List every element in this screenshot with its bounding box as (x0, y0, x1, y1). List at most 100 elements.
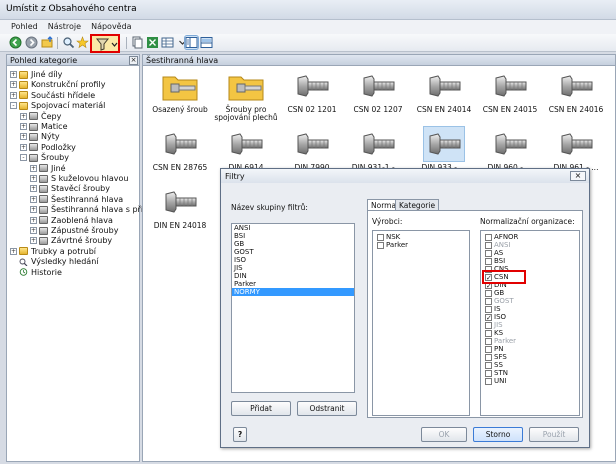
expand-icon[interactable]: + (30, 216, 37, 224)
manufacturer-checkbox-row[interactable]: Parker (375, 241, 467, 249)
tree-item[interactable]: + Matice (20, 121, 67, 132)
cancel-button[interactable]: Storno (473, 427, 523, 442)
favorites-star-icon[interactable] (76, 36, 89, 49)
tree-item[interactable]: + Čepy (20, 111, 61, 122)
help-icon[interactable]: ? (233, 427, 247, 442)
checkbox[interactable] (485, 337, 492, 345)
expand-icon[interactable]: + (30, 237, 37, 245)
forward-icon[interactable] (25, 36, 38, 49)
standard-checkbox-row[interactable]: KS (483, 329, 577, 337)
excel-icon[interactable] (146, 36, 159, 49)
expand-icon[interactable]: + (30, 164, 37, 172)
filter-group-item[interactable]: Parker (232, 280, 354, 288)
expand-icon[interactable]: + (20, 112, 27, 120)
ok-button[interactable]: OK (421, 427, 467, 442)
checkbox[interactable] (485, 305, 492, 313)
checkbox[interactable] (485, 361, 492, 369)
standard-checkbox-row[interactable]: AS (483, 249, 577, 257)
expand-icon[interactable]: + (30, 206, 37, 214)
view-dropdown-chevron-icon[interactable] (176, 36, 186, 49)
filter-group-item[interactable]: JIS (232, 264, 354, 272)
preview-pane-icon[interactable] (200, 36, 213, 49)
back-icon[interactable] (9, 36, 22, 49)
filter-group-item[interactable]: ANSI (232, 224, 354, 232)
part-item[interactable]: CSN EN 24015 (475, 69, 545, 114)
checkbox[interactable] (377, 233, 384, 241)
part-item[interactable]: DIN 931-1 - ... (343, 127, 413, 172)
tree-item[interactable]: + Závrtné šrouby (30, 235, 112, 246)
part-item[interactable]: CSN EN 24016 (541, 69, 611, 114)
checkbox[interactable] (485, 249, 492, 257)
part-item[interactable]: DIN 961 - ... (541, 127, 611, 172)
expand-icon[interactable]: + (20, 123, 27, 130)
part-item[interactable]: CSN EN 28765 (145, 127, 215, 172)
dialog-close-icon[interactable]: × (570, 171, 586, 181)
standard-checkbox-row[interactable]: AFNOR (483, 233, 577, 241)
tree-item[interactable]: + Zaoblená hlava (30, 215, 113, 226)
standard-checkbox-row[interactable]: JIS (483, 321, 577, 329)
part-item[interactable]: DIN 960 - ... (475, 127, 545, 172)
standard-checkbox-row[interactable]: STN (483, 369, 577, 377)
standard-checkbox-row[interactable]: SFS (483, 353, 577, 361)
menu-napoveda[interactable]: Nápověda (86, 20, 137, 34)
checkbox[interactable] (485, 377, 492, 385)
standard-checkbox-row[interactable]: PN (483, 345, 577, 353)
checkbox[interactable] (485, 369, 492, 377)
expand-icon[interactable]: + (30, 185, 37, 193)
collapse-icon[interactable]: - (10, 102, 17, 110)
tree-item[interactable]: + Podložky (20, 142, 76, 153)
expand-icon[interactable]: + (10, 81, 17, 89)
checkbox[interactable]: ✓ (485, 313, 492, 321)
collapse-icon[interactable]: - (20, 154, 27, 162)
tree-item[interactable]: Historie (10, 267, 62, 278)
checkbox[interactable] (485, 321, 492, 329)
folder-item[interactable]: Šrouby pro spojování plechů (211, 69, 281, 122)
copy-icon[interactable] (131, 36, 144, 49)
tree-item[interactable]: + Stavěcí šrouby (30, 183, 110, 194)
filter-group-item[interactable]: NORMY (232, 288, 354, 296)
standard-checkbox-row[interactable]: ✓ ISO (483, 313, 577, 321)
menu-nastroje[interactable]: Nástroje (43, 20, 86, 34)
standard-checkbox-row[interactable]: GOST (483, 297, 577, 305)
tree-toggle-icon[interactable] (184, 35, 199, 50)
tree-item[interactable]: - Spojovací materiál (10, 100, 105, 111)
part-item[interactable]: DIN 7990 (277, 127, 347, 172)
filter-group-item[interactable]: BSI (232, 232, 354, 240)
filter-group-item[interactable]: GB (232, 240, 354, 248)
checkbox[interactable] (485, 241, 492, 249)
expand-icon[interactable]: + (30, 227, 37, 234)
checkbox[interactable] (485, 289, 492, 297)
close-panel-icon[interactable]: × (129, 56, 138, 65)
manufacturer-checkbox-row[interactable]: NSK (375, 233, 467, 241)
part-item[interactable]: DIN 933 - ... (409, 126, 479, 172)
standard-checkbox-row[interactable]: UNI (483, 377, 577, 385)
tree-item[interactable]: + S kuželovou hlavou (30, 173, 128, 184)
up-folder-icon[interactable] (41, 36, 54, 49)
checkbox[interactable] (485, 329, 492, 337)
standard-checkbox-row[interactable]: ANSI (483, 241, 577, 249)
checkbox[interactable] (485, 233, 492, 241)
filter-group-item[interactable]: ISO (232, 256, 354, 264)
expand-icon[interactable]: + (30, 195, 37, 203)
expand-icon[interactable]: + (20, 133, 27, 141)
filter-group-item[interactable]: DIN (232, 272, 354, 280)
remove-filter-button[interactable]: Odstranit (297, 401, 357, 416)
add-filter-button[interactable]: Přidat (231, 401, 291, 416)
tree-item[interactable]: + Jiné (30, 163, 66, 174)
tree-item[interactable]: + Jiné díly (10, 69, 62, 80)
part-item[interactable]: CSN 02 1207 (343, 69, 413, 114)
tree-item[interactable]: + Nýty (20, 131, 60, 142)
expand-icon[interactable]: + (10, 247, 17, 255)
checkbox[interactable] (485, 345, 492, 353)
expand-icon[interactable]: + (10, 91, 17, 99)
tree-item[interactable]: - Šrouby (20, 152, 69, 163)
tree-item[interactable]: + Šestihranná hlava s příru (30, 204, 151, 215)
standard-checkbox-row[interactable]: IS (483, 305, 577, 313)
standard-checkbox-row[interactable]: BSI (483, 257, 577, 265)
tree-item[interactable]: + Součásti hřídele (10, 90, 95, 101)
apply-button[interactable]: Použít (529, 427, 579, 442)
checkbox[interactable] (485, 297, 492, 305)
tree-item[interactable]: + Šestihranná hlava (30, 194, 123, 205)
filter-button[interactable] (90, 34, 120, 53)
part-item[interactable]: DIN 6914 (211, 127, 281, 172)
